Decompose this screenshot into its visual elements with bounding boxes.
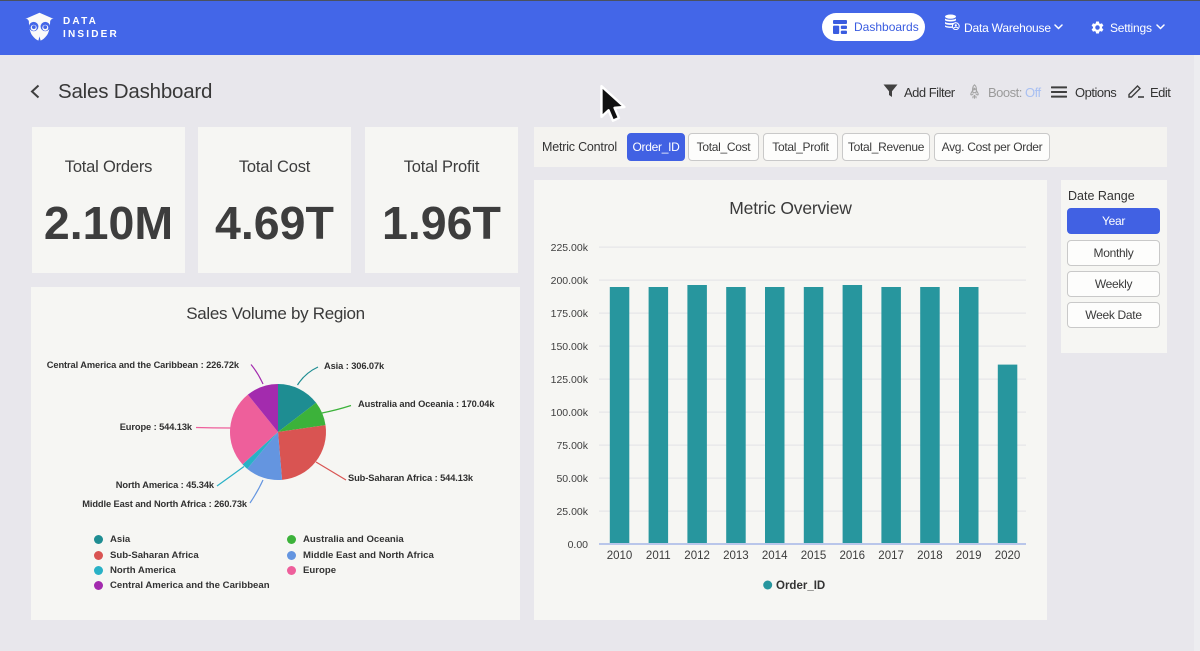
svg-text:2010: 2010 xyxy=(607,550,633,562)
svg-text:2018: 2018 xyxy=(917,550,943,562)
svg-text:0.00: 0.00 xyxy=(568,539,589,551)
svg-text:175.00k: 175.00k xyxy=(551,308,589,320)
svg-text:2015: 2015 xyxy=(801,550,827,562)
svg-text:2020: 2020 xyxy=(995,550,1021,562)
svg-text:100.00k: 100.00k xyxy=(551,407,589,419)
svg-text:125.00k: 125.00k xyxy=(551,374,589,386)
svg-text:75.00k: 75.00k xyxy=(556,440,588,452)
svg-text:2017: 2017 xyxy=(878,550,904,562)
svg-text:150.00k: 150.00k xyxy=(551,341,589,353)
svg-text:200.00k: 200.00k xyxy=(551,275,589,287)
svg-text:2016: 2016 xyxy=(840,550,866,562)
svg-text:225.00k: 225.00k xyxy=(551,242,589,254)
svg-text:2012: 2012 xyxy=(684,550,710,562)
svg-text:50.00k: 50.00k xyxy=(556,473,588,485)
svg-text:2013: 2013 xyxy=(723,550,749,562)
svg-text:2019: 2019 xyxy=(956,550,982,562)
svg-text:2014: 2014 xyxy=(762,550,788,562)
svg-text:Order_ID: Order_ID xyxy=(776,580,825,592)
svg-text:2011: 2011 xyxy=(646,550,671,562)
svg-text:25.00k: 25.00k xyxy=(556,506,588,518)
